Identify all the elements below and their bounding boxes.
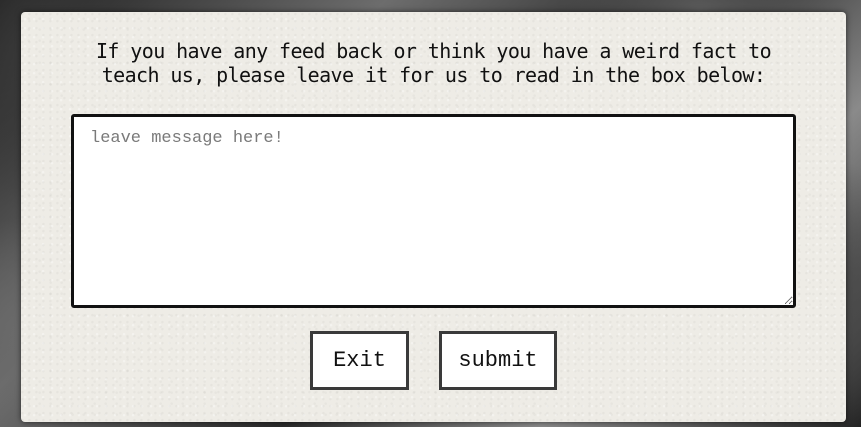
feedback-prompt: If you have any feed back or think you h…: [41, 39, 826, 87]
message-textarea[interactable]: [71, 114, 796, 308]
submit-button[interactable]: submit: [439, 331, 557, 390]
prompt-line-1: If you have any feed back or think you h…: [95, 39, 772, 63]
exit-button[interactable]: Exit: [310, 331, 409, 390]
feedback-modal: If you have any feed back or think you h…: [21, 12, 846, 422]
page-background: { "feedback_modal": { "prompt_line_1": "…: [0, 0, 861, 427]
prompt-line-2: teach us, please leave it for us to read…: [101, 63, 766, 87]
